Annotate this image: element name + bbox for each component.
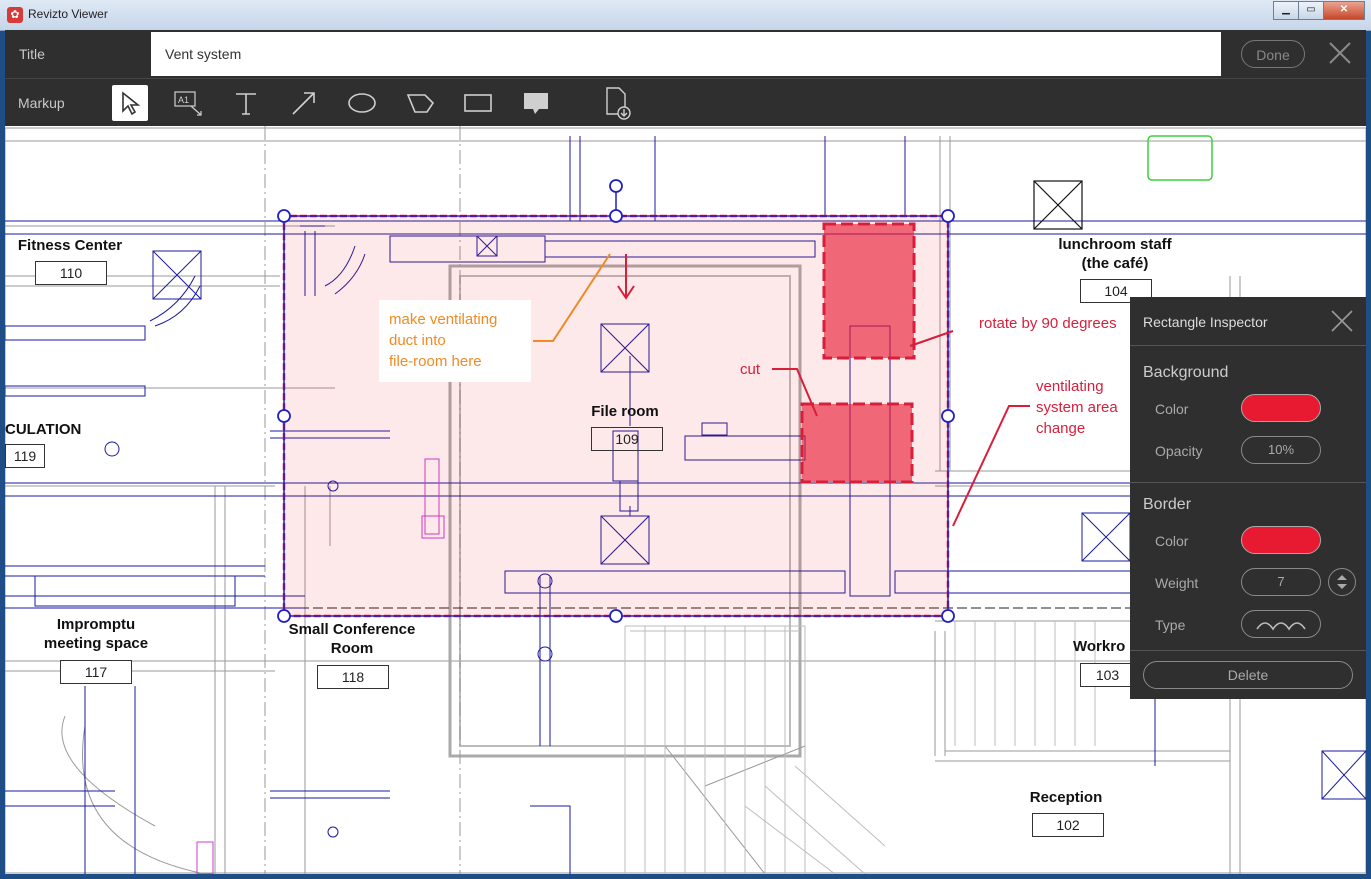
rectangle-inspector: Rectangle Inspector Background Color Opa… <box>1130 297 1366 699</box>
rectangle-tool-button[interactable] <box>460 85 496 121</box>
room-label-file-room: File room <box>591 403 659 420</box>
annotation-duct-note[interactable]: make ventilating duct into file-room her… <box>389 309 497 372</box>
export-tool-button[interactable] <box>599 85 635 121</box>
app-logo-icon: ✿ <box>7 7 23 23</box>
room-number-workroom: 103 <box>1080 663 1135 687</box>
text-t-icon <box>236 93 256 115</box>
room-label-small-conference: Small Conference Room <box>288 621 416 657</box>
title-input[interactable] <box>151 32 1221 76</box>
ellipse-icon <box>348 93 376 113</box>
weight-field[interactable]: 7 <box>1241 568 1321 596</box>
weight-label: Weight <box>1155 575 1199 591</box>
room-label-circulation: CULATION <box>5 421 82 438</box>
callout-tool-button[interactable]: A1 <box>170 85 206 121</box>
room-number-impromptu: 117 <box>60 660 132 684</box>
window-title: Revizto Viewer <box>28 7 108 21</box>
type-label: Type <box>1155 617 1186 633</box>
border-color-label: Color <box>1155 533 1189 549</box>
room-label-fitness: Fitness Center <box>17 237 123 254</box>
rectangle-icon <box>464 94 492 112</box>
room-label-workroom: Workro <box>1073 638 1126 655</box>
document-download-icon <box>606 87 631 120</box>
background-color-swatch[interactable] <box>1241 394 1321 422</box>
room-number-small-conference: 118 <box>317 665 389 689</box>
inspector-close-icon[interactable] <box>1330 309 1354 333</box>
a1-callout-icon: A1 <box>174 91 202 116</box>
section-divider <box>1130 482 1366 483</box>
title-label: Title <box>19 46 45 62</box>
markup-toolbar: Markup A1 <box>5 78 1366 126</box>
svg-text:A1: A1 <box>178 95 189 105</box>
room-label-impromptu: Impromptu meeting space <box>43 616 149 652</box>
room-number-circulation: 119 <box>5 444 45 468</box>
select-tool-button[interactable] <box>112 85 148 121</box>
annotation-area-change[interactable]: ventilating system area change <box>1036 376 1118 439</box>
cloud-tool-button[interactable] <box>402 85 438 121</box>
annotation-rotate[interactable]: rotate by 90 degrees <box>979 313 1117 334</box>
done-button[interactable]: Done <box>1241 40 1305 68</box>
speech-bubble-icon <box>524 93 548 114</box>
weight-stepper[interactable] <box>1328 568 1356 596</box>
comment-tool-button[interactable] <box>518 85 554 121</box>
room-label-reception: Reception <box>1029 789 1103 806</box>
ellipse-tool-button[interactable] <box>344 85 380 121</box>
cloud-shape-icon <box>406 94 435 113</box>
inspector-header: Rectangle Inspector <box>1130 297 1366 346</box>
arrow-tool-button[interactable] <box>286 85 322 121</box>
inspector-title: Rectangle Inspector <box>1143 314 1268 330</box>
markup-label: Markup <box>18 95 65 111</box>
window-titlebar[interactable]: ✿ Revizto Viewer ▁ ▭ ✕ <box>0 0 1371 31</box>
room-number-fitness: 110 <box>35 261 107 285</box>
window-close-icon[interactable]: ✕ <box>1323 1 1365 20</box>
delete-button[interactable]: Delete <box>1143 661 1353 689</box>
annotation-cut[interactable]: cut <box>740 359 760 380</box>
room-number-file-room: 109 <box>591 427 663 451</box>
maximize-icon[interactable]: ▭ <box>1298 1 1324 20</box>
border-type-field[interactable] <box>1241 610 1321 638</box>
minimize-icon[interactable]: ▁ <box>1273 1 1299 20</box>
section-divider <box>1130 650 1366 651</box>
room-label-lunchroom: lunchroom staff (the café) <box>1058 236 1172 272</box>
cloud-line-icon <box>1256 622 1306 631</box>
arrow-cursor-icon <box>122 91 141 116</box>
markup-title-bar: Title Done <box>5 30 1366 78</box>
border-section-title: Border <box>1143 496 1192 513</box>
close-icon[interactable] <box>1325 38 1355 68</box>
text-tool-button[interactable] <box>228 85 264 121</box>
opacity-field[interactable]: 10% <box>1241 436 1321 464</box>
border-color-swatch[interactable] <box>1241 526 1321 554</box>
window-controls: ▁ ▭ ✕ <box>1273 1 1365 20</box>
opacity-label: Opacity <box>1155 443 1203 459</box>
up-down-arrows-icon <box>1337 575 1347 589</box>
background-color-label: Color <box>1155 401 1189 417</box>
background-section-title: Background <box>1143 364 1229 381</box>
diagonal-arrow-icon <box>292 92 315 115</box>
room-number-reception: 102 <box>1032 813 1104 837</box>
